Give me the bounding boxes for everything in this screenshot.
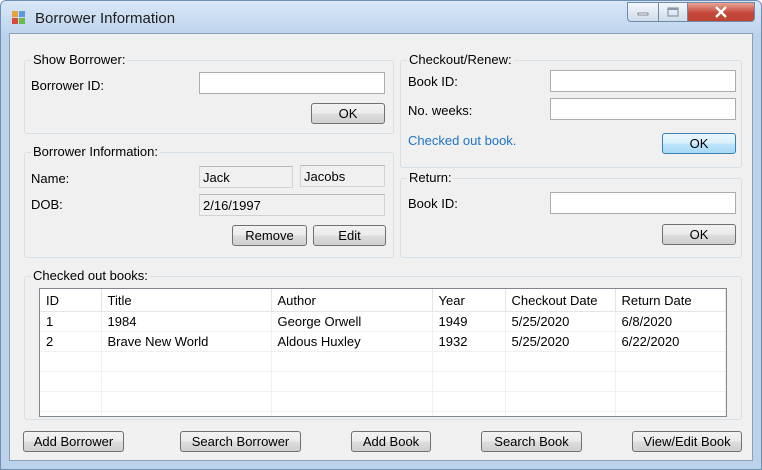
checkout-ok-button[interactable]: OK	[662, 133, 736, 154]
table-cell: 5/25/2020	[505, 331, 616, 352]
show-borrower-label: Show Borrower:	[31, 52, 128, 67]
add-borrower-button[interactable]: Add Borrower	[23, 431, 124, 452]
return-book-id-label: Book ID:	[408, 196, 458, 211]
add-book-button[interactable]: Add Book	[351, 431, 431, 452]
last-name-field: Jacobs	[300, 165, 385, 187]
table-cell: 1984	[101, 311, 272, 332]
app-icon	[12, 11, 26, 25]
search-book-button[interactable]: Search Book	[481, 431, 582, 452]
search-borrower-button[interactable]: Search Borrower	[180, 431, 301, 452]
column-header[interactable]: Checkout Date	[505, 289, 616, 312]
first-name-field: Jack	[199, 166, 293, 188]
checked-out-books-grid[interactable]: ID Title Author Year Checkout Date Retur…	[39, 288, 727, 417]
table-header-row: ID Title Author Year Checkout Date Retur…	[40, 289, 726, 312]
weeks-label: No. weeks:	[408, 103, 473, 118]
empty-row	[40, 411, 726, 416]
minimize-icon	[637, 12, 649, 16]
title-bar[interactable]: Borrower Information	[1, 1, 761, 33]
window-title: Borrower Information	[35, 10, 176, 27]
column-header[interactable]: Author	[271, 289, 433, 312]
view-edit-book-button[interactable]: View/Edit Book	[632, 431, 742, 452]
table-cell: Brave New World	[101, 331, 272, 352]
borrower-id-label: Borrower ID:	[31, 78, 104, 93]
table-row[interactable]: 1 1984 George Orwell 1949 5/25/2020 6/8/…	[40, 311, 726, 332]
table-cell: 6/8/2020	[615, 311, 726, 332]
table-row[interactable]: 2 Brave New World Aldous Huxley 1932 5/2…	[40, 331, 726, 352]
column-header[interactable]: ID	[40, 289, 102, 312]
column-header[interactable]: Title	[101, 289, 272, 312]
column-header[interactable]: Return Date	[615, 289, 726, 312]
maximize-button[interactable]	[658, 2, 688, 22]
borrower-info-label: Borrower Information:	[31, 144, 160, 159]
close-button[interactable]	[687, 2, 755, 22]
checkout-status-text: Checked out book.	[408, 133, 517, 148]
edit-button[interactable]: Edit	[313, 225, 386, 246]
return-book-id-input[interactable]	[550, 192, 736, 214]
empty-row	[40, 391, 726, 412]
table-cell: 6/22/2020	[615, 331, 726, 352]
name-label: Name:	[31, 171, 70, 186]
return-group: Return:	[400, 170, 742, 258]
empty-row	[40, 351, 726, 372]
table-cell: George Orwell	[271, 311, 433, 332]
dob-field: 2/16/1997	[199, 194, 385, 216]
table-cell: 1	[40, 311, 102, 332]
maximize-icon	[667, 7, 679, 17]
table-cell: 1949	[432, 311, 506, 332]
remove-button[interactable]: Remove	[232, 225, 307, 246]
table-cell: Aldous Huxley	[271, 331, 433, 352]
checked-out-books-label: Checked out books:	[31, 268, 150, 283]
checkout-renew-label: Checkout/Renew:	[407, 52, 514, 67]
checkout-book-id-input[interactable]	[550, 70, 736, 92]
weeks-input[interactable]	[550, 98, 736, 120]
show-borrower-ok-button[interactable]: OK	[311, 103, 385, 124]
table-cell: 5/25/2020	[505, 311, 616, 332]
client-area: Show Borrower: Borrower ID: OK Borrower …	[9, 33, 753, 461]
checkout-book-id-label: Book ID:	[408, 74, 458, 89]
table-cell: 2	[40, 331, 102, 352]
table-cell: 1932	[432, 331, 506, 352]
app-window: Borrower Information Show Borrower: Borr…	[0, 0, 762, 470]
return-label: Return:	[407, 170, 454, 185]
minimize-button[interactable]	[627, 2, 659, 22]
books-table: ID Title Author Year Checkout Date Retur…	[40, 289, 726, 416]
return-ok-button[interactable]: OK	[662, 224, 736, 245]
column-header[interactable]: Year	[432, 289, 506, 312]
empty-row	[40, 371, 726, 392]
borrower-id-input[interactable]	[199, 72, 385, 94]
dob-label: DOB:	[31, 197, 63, 212]
close-icon	[715, 6, 727, 18]
